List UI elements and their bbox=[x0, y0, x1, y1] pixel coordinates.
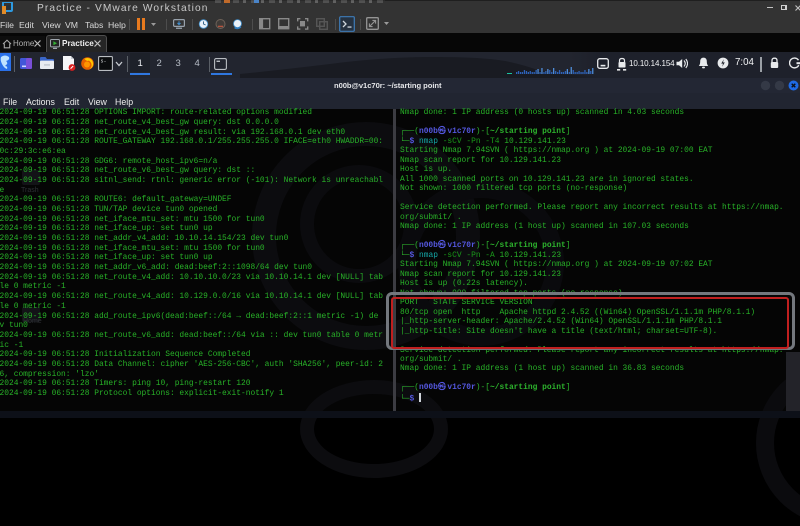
svg-text:s-: s- bbox=[101, 59, 107, 65]
